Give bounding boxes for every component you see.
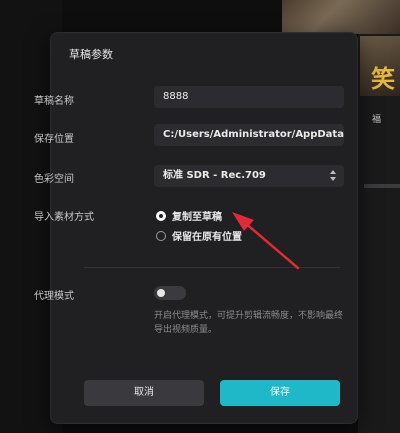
proxy-mode-toggle[interactable] [154,286,186,300]
select-stepper-icon[interactable] [330,168,338,184]
cancel-button[interactable]: 取消 [84,380,204,406]
draft-name-label: 草稿名称 [34,96,74,107]
proxy-mode-label: 代理模式 [34,291,74,302]
color-space-select[interactable]: 标准 SDR - Rec.709 [154,165,344,187]
background-overlay-small-text: 福 [372,115,382,125]
color-space-label: 色彩空间 [34,174,74,185]
background-video-thumbnail [282,0,400,34]
save-location-label: 保存位置 [34,134,74,145]
save-button[interactable]: 保存 [220,380,340,406]
radio-keep-original-location-label[interactable]: 保留在原有位置 [172,228,242,243]
background-overlay-text: 笑 [371,65,395,93]
background-scrollbar [364,184,400,188]
app-window: 笑 福 草稿参数 草稿名称 8888 保存位置 C:/Users/Adminis… [0,0,400,433]
save-location-input[interactable]: C:/Users/Administrator/AppData... [154,124,344,146]
draft-name-input[interactable]: 8888 [154,86,344,108]
dialog-title: 草稿参数 [69,48,113,61]
import-mode-label: 导入素材方式 [34,212,94,223]
proxy-mode-hint: 开启代理模式，可提升剪辑流畅度，不影响最终导出视频质量。 [154,311,344,335]
radio-copy-to-draft-label[interactable]: 复制至草稿 [172,208,222,223]
radio-copy-to-draft[interactable] [156,211,166,221]
radio-keep-original-location[interactable] [156,231,166,241]
section-divider [84,267,340,268]
toggle-knob [157,289,165,297]
color-space-value: 标准 SDR - Rec.709 [163,170,266,181]
